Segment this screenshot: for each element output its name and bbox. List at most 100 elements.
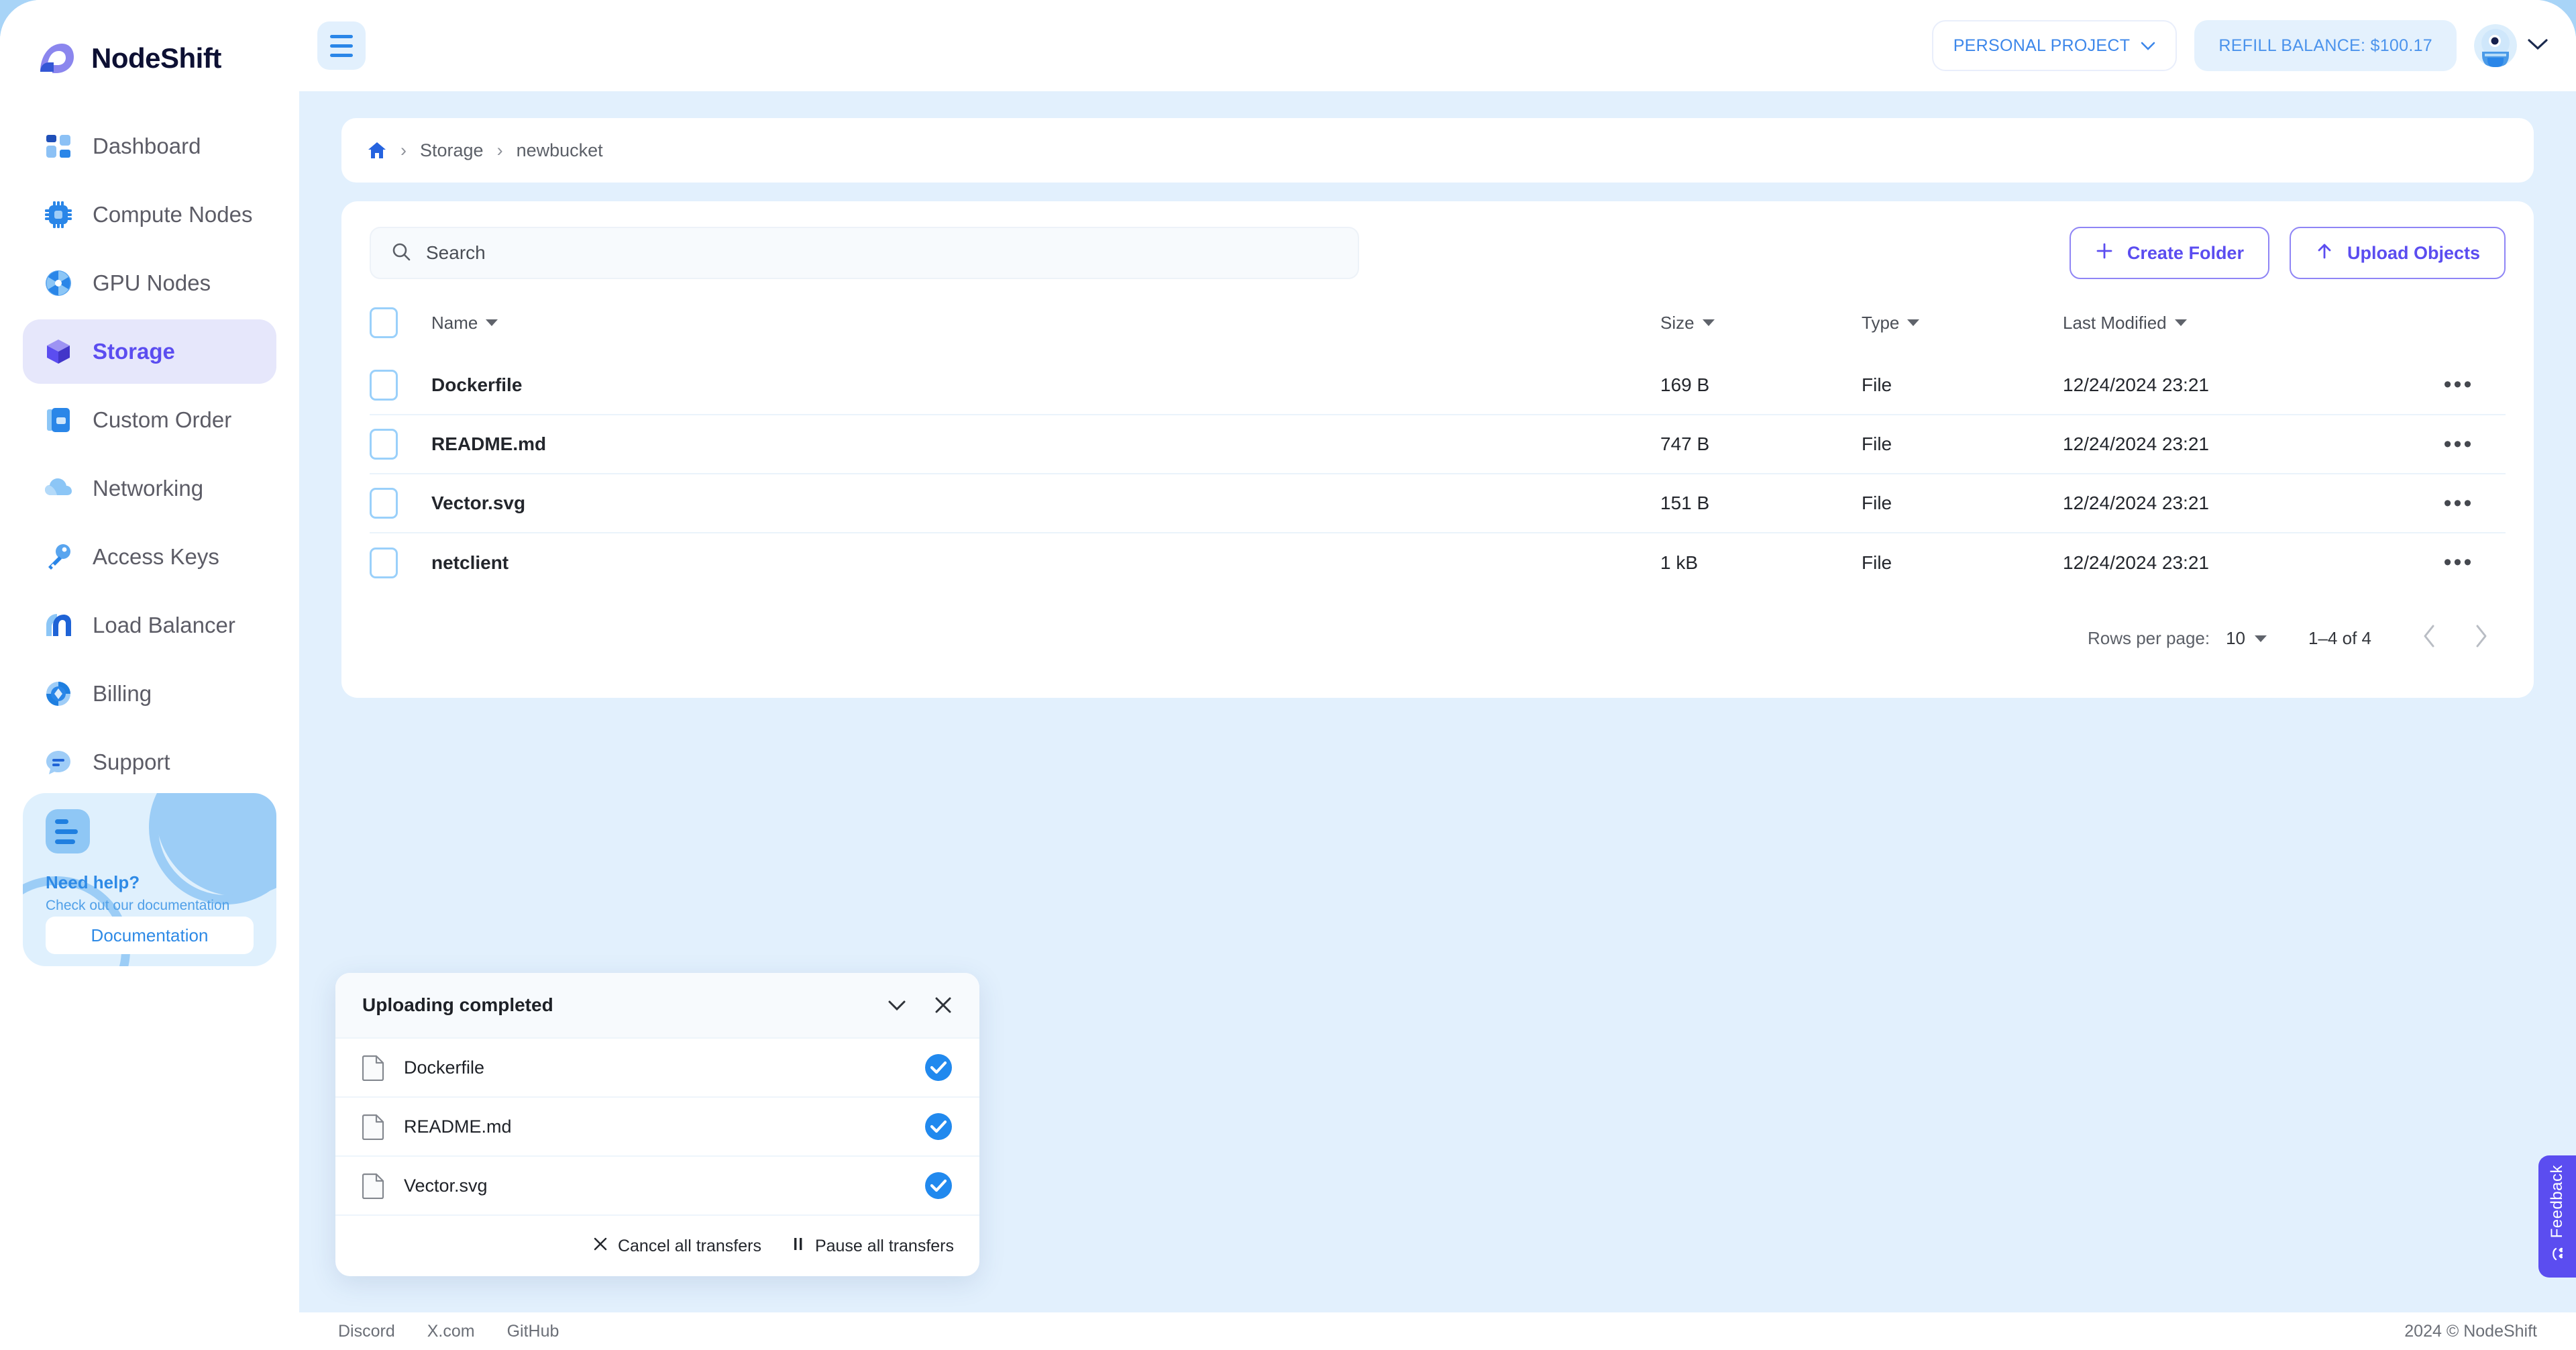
footer-link-x[interactable]: X.com xyxy=(427,1322,475,1341)
sidebar-item-support[interactable]: Support xyxy=(23,730,276,794)
sort-caret-icon xyxy=(1907,319,1920,326)
sidebar-item-networking[interactable]: Networking xyxy=(23,456,276,521)
chevron-down-icon xyxy=(2255,635,2267,642)
file-modified: 12/24/2024 23:21 xyxy=(2063,473,2412,533)
file-browser-panel: Create Folder Upload Objects xyxy=(341,201,2534,698)
chevron-left-icon[interactable] xyxy=(2421,623,2437,654)
chevron-down-icon xyxy=(2141,36,2155,56)
rows-per-page-value: 10 xyxy=(2226,628,2246,648)
documentation-button[interactable]: Documentation xyxy=(46,917,254,954)
sidebar-item-custom-order[interactable]: Custom Order xyxy=(23,388,276,452)
table-row[interactable]: README.md 747 B File 12/24/2024 23:21 ••… xyxy=(370,414,2506,474)
check-circle-icon xyxy=(924,1053,953,1082)
breadcrumb-item-newbucket[interactable]: newbucket xyxy=(517,140,603,161)
file-type: File xyxy=(1862,414,2063,474)
refill-balance-button[interactable]: REFILL BALANCE: $100.17 xyxy=(2194,20,2457,71)
close-icon[interactable] xyxy=(934,996,953,1015)
row-checkbox[interactable] xyxy=(370,488,398,519)
upload-item-name: Vector.svg xyxy=(404,1175,488,1196)
row-checkbox[interactable] xyxy=(370,547,398,578)
select-all-checkbox[interactable] xyxy=(370,307,398,338)
search-input[interactable] xyxy=(426,242,1338,264)
footer-link-github[interactable]: GitHub xyxy=(507,1322,559,1341)
column-header-size: Size xyxy=(1660,307,1862,356)
file-icon xyxy=(362,1113,385,1141)
close-icon xyxy=(592,1236,608,1257)
more-options-icon[interactable]: ••• xyxy=(2444,372,2474,397)
chevron-down-icon[interactable] xyxy=(887,998,907,1012)
search-icon xyxy=(391,242,411,265)
file-name: Vector.svg xyxy=(431,473,1660,533)
table-row[interactable]: Vector.svg 151 B File 12/24/2024 23:21 •… xyxy=(370,473,2506,533)
breadcrumb-item-storage[interactable]: Storage xyxy=(420,140,484,161)
sort-by-last-modified[interactable]: Last Modified xyxy=(2063,313,2187,333)
key-icon xyxy=(43,541,74,572)
file-name: README.md xyxy=(431,414,1660,474)
search-box[interactable] xyxy=(370,227,1360,279)
sort-by-name[interactable]: Name xyxy=(431,313,498,333)
create-folder-button[interactable]: Create Folder xyxy=(2069,227,2269,279)
upload-item: Vector.svg xyxy=(335,1155,979,1214)
upload-item: README.md xyxy=(335,1096,979,1155)
sidebar-item-compute-nodes[interactable]: Compute Nodes xyxy=(23,183,276,247)
top-bar-actions: PERSONAL PROJECT REFILL BALANCE: $100.17 xyxy=(1931,20,2549,71)
help-decoration xyxy=(149,793,276,904)
sidebar-item-access-keys[interactable]: Access Keys xyxy=(23,525,276,589)
toolbar: Create Folder Upload Objects xyxy=(370,227,2506,279)
more-options-icon[interactable]: ••• xyxy=(2444,431,2474,457)
sidebar-item-label: Access Keys xyxy=(93,544,219,569)
row-checkbox[interactable] xyxy=(370,429,398,460)
feedback-tab[interactable]: Feedback xyxy=(2538,1155,2576,1278)
hamburger-icon[interactable] xyxy=(317,21,366,70)
file-type: File xyxy=(1862,473,2063,533)
check-circle-icon xyxy=(924,1172,953,1200)
sidebar-item-label: Dashboard xyxy=(93,134,201,158)
file-size: 747 B xyxy=(1660,414,1862,474)
upload-panel-title: Uploading completed xyxy=(362,994,553,1015)
chevron-right-icon[interactable] xyxy=(2473,623,2489,654)
sort-by-type[interactable]: Type xyxy=(1862,312,1920,333)
main-content: › Storage › newbucket Search Create Fold… xyxy=(299,91,2576,1312)
brand-logo[interactable]: NodeShift xyxy=(0,5,299,86)
pause-all-transfers-label: Pause all transfers xyxy=(814,1236,954,1255)
user-menu[interactable] xyxy=(2474,24,2549,67)
project-selector[interactable]: PERSONAL PROJECT xyxy=(1931,20,2178,71)
upload-objects-label: Upload Objects xyxy=(2347,242,2480,263)
page-root: NodeShift Dashboard Compute Nodes GPU No… xyxy=(0,0,2576,1350)
sidebar-item-label: Billing xyxy=(93,681,152,706)
upload-objects-button[interactable]: Upload Objects xyxy=(2289,227,2506,279)
upload-progress-panel: Uploading completed Dockerfile README.md… xyxy=(335,973,979,1276)
sort-caret-icon xyxy=(2174,319,2187,326)
home-icon[interactable] xyxy=(367,140,387,160)
brand-name: NodeShift xyxy=(91,42,221,74)
table-row[interactable]: netclient 1 kB File 12/24/2024 23:21 ••• xyxy=(370,532,2506,592)
cancel-all-transfers-button[interactable]: Cancel all transfers xyxy=(592,1236,761,1257)
help-card: Need help? Check out our documentation D… xyxy=(23,793,276,966)
top-bar: PERSONAL PROJECT REFILL BALANCE: $100.17 xyxy=(299,0,2576,91)
row-checkbox[interactable] xyxy=(370,369,398,401)
help-title: Need help? xyxy=(46,872,140,892)
file-icon xyxy=(362,1054,385,1082)
sidebar-nav: Dashboard Compute Nodes GPU Nodes Storag… xyxy=(0,114,299,794)
column-header-last-modified: Last Modified xyxy=(2063,307,2412,356)
column-label: Type xyxy=(1862,312,1900,333)
sidebar-item-gpu-nodes[interactable]: GPU Nodes xyxy=(23,251,276,315)
file-table: Name Size Type Last Modified Dockerfile … xyxy=(370,307,2506,592)
sidebar-item-billing[interactable]: Billing xyxy=(23,662,276,726)
chat-support-icon xyxy=(43,747,74,778)
sort-by-size[interactable]: Size xyxy=(1660,313,1715,333)
sidebar-item-load-balancer[interactable]: Load Balancer xyxy=(23,593,276,658)
smiley-hearts-icon xyxy=(2547,1247,2567,1268)
file-icon xyxy=(362,1172,385,1200)
pause-all-transfers-button[interactable]: Pause all transfers xyxy=(791,1236,954,1257)
sidebar-item-dashboard[interactable]: Dashboard xyxy=(23,114,276,178)
upload-item-name: README.md xyxy=(404,1116,512,1137)
more-options-icon[interactable]: ••• xyxy=(2444,490,2474,516)
sidebar-item-storage[interactable]: Storage xyxy=(23,319,276,384)
table-row[interactable]: Dockerfile 169 B File 12/24/2024 23:21 •… xyxy=(370,356,2506,415)
rows-per-page-select[interactable]: 10 xyxy=(2226,628,2267,649)
footer-link-discord[interactable]: Discord xyxy=(338,1322,395,1341)
pagination: Rows per page: 10 1–4 of 4 xyxy=(370,623,2506,654)
sidebar-item-label: Storage xyxy=(93,339,175,364)
more-options-icon[interactable]: ••• xyxy=(2444,550,2474,575)
